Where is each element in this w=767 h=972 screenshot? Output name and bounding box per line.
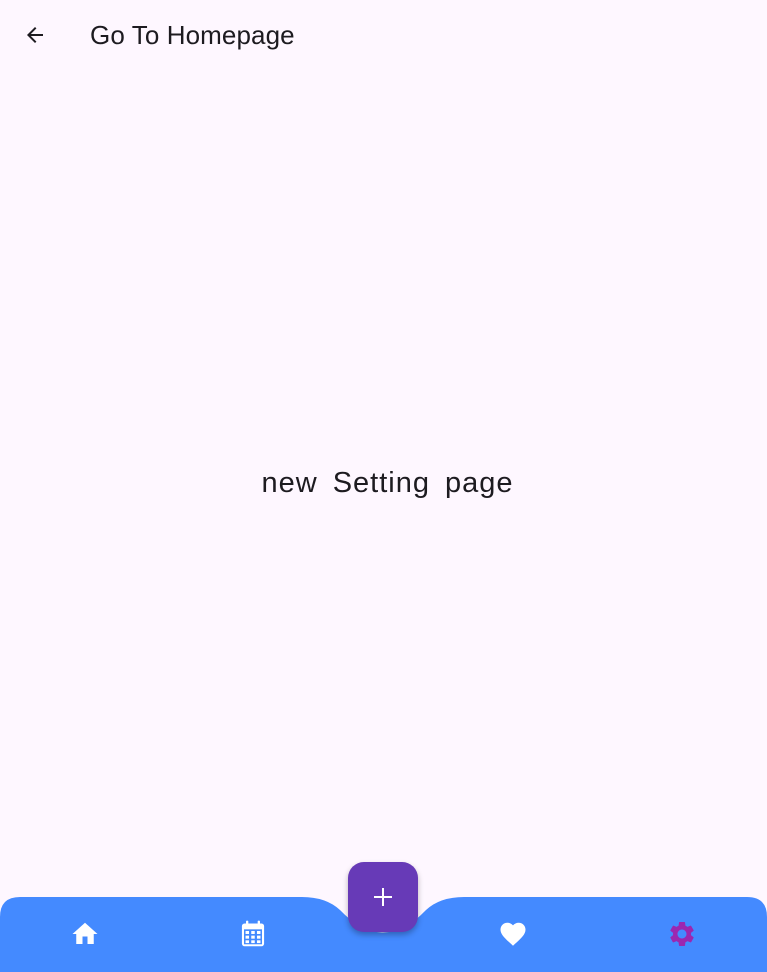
nav-item-home[interactable]	[65, 914, 105, 954]
app-bar: Go To Homepage	[0, 0, 767, 70]
gear-icon	[670, 922, 694, 946]
calendar-icon	[241, 920, 265, 947]
heart-icon	[500, 922, 526, 946]
nav-item-favorites[interactable]	[493, 914, 533, 954]
plus-icon	[374, 888, 392, 906]
add-fab-button[interactable]	[348, 862, 418, 932]
arrow-back-icon	[27, 27, 43, 43]
nav-item-settings[interactable]	[662, 914, 702, 954]
home-icon	[72, 922, 98, 944]
nav-item-calendar[interactable]	[233, 914, 273, 954]
back-button[interactable]	[13, 13, 57, 57]
page-title: Go To Homepage	[90, 20, 295, 50]
page-body-text: new Setting page	[261, 467, 514, 499]
